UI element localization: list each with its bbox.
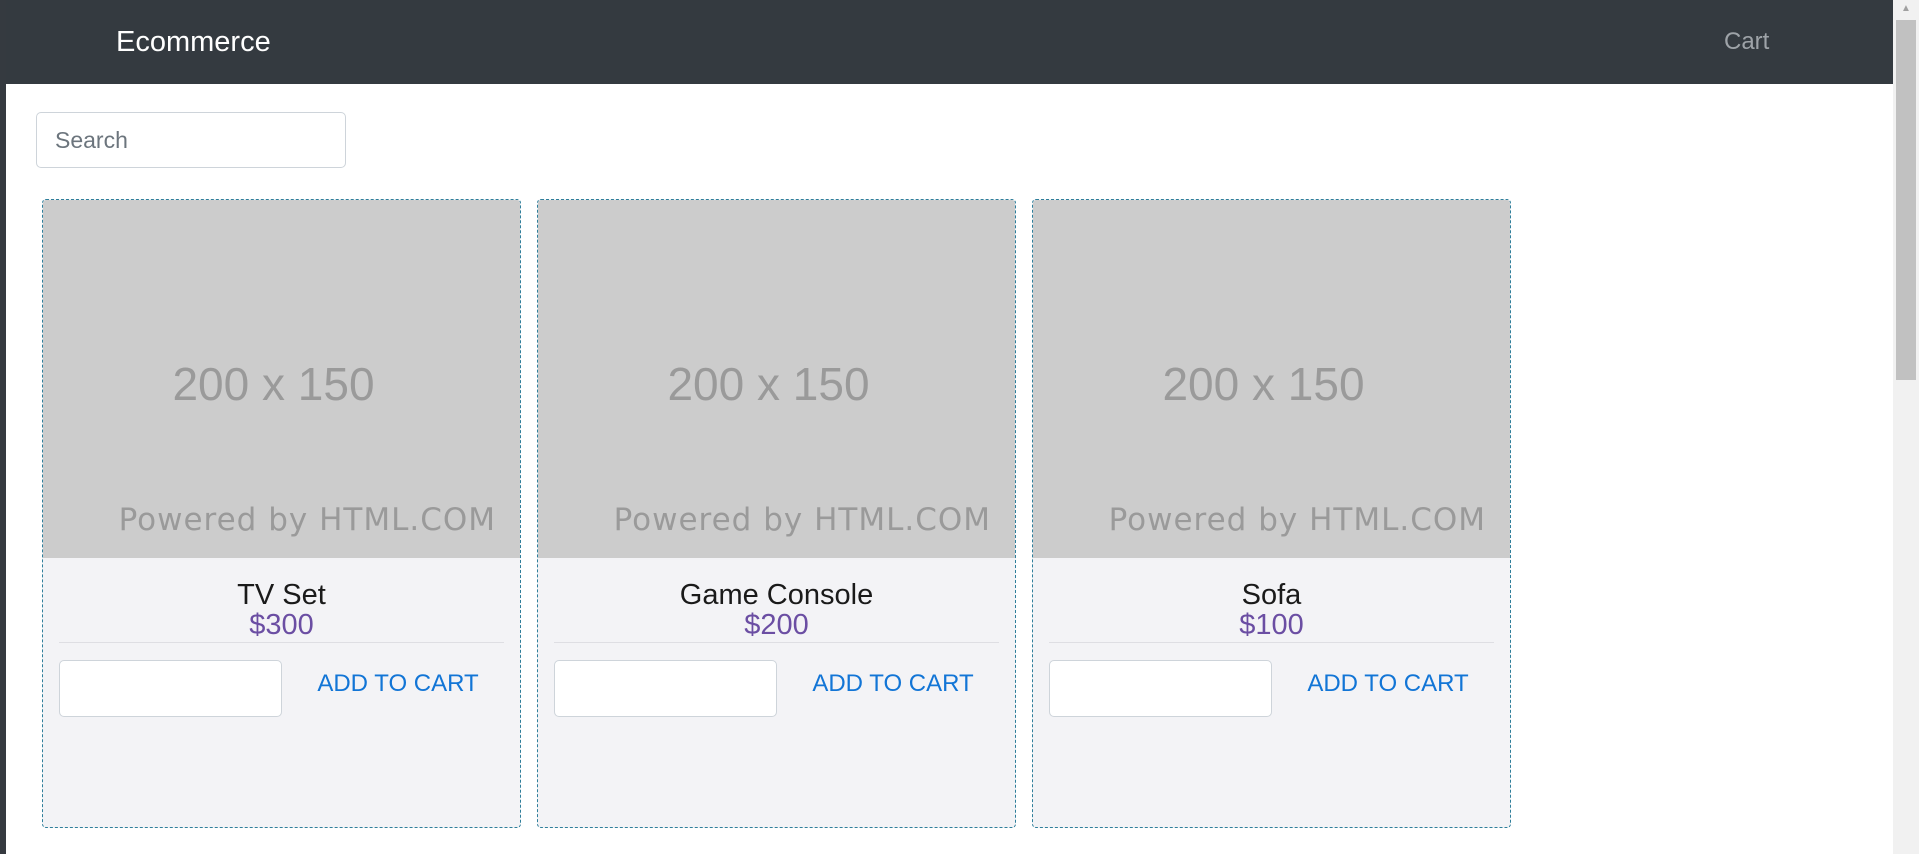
product-price: $100 bbox=[1239, 609, 1304, 641]
vertical-scrollbar[interactable]: ▲ bbox=[1893, 0, 1919, 854]
card-divider bbox=[554, 642, 999, 643]
scrollbar-thumb[interactable] bbox=[1896, 20, 1916, 380]
product-image-placeholder: 200 x 150 Powered by HTML.COM bbox=[1033, 200, 1510, 558]
navbar: Ecommerce Cart bbox=[6, 0, 1893, 84]
image-powered-text: Powered by HTML.COM bbox=[613, 502, 991, 538]
quantity-input[interactable] bbox=[59, 660, 282, 717]
product-name: Game Console bbox=[679, 579, 874, 611]
product-name: TV Set bbox=[237, 579, 326, 611]
image-dimension-text: 200 x 150 bbox=[1162, 358, 1365, 410]
quantity-input[interactable] bbox=[1049, 660, 1272, 717]
nav-cart-link[interactable]: Cart bbox=[1724, 26, 1769, 58]
add-to-cart-button[interactable]: ADD TO CART bbox=[298, 666, 498, 702]
product-price: $300 bbox=[249, 609, 314, 641]
scroll-up-arrow-icon[interactable]: ▲ bbox=[1893, 0, 1919, 18]
card-divider bbox=[59, 642, 504, 643]
add-to-cart-button[interactable]: ADD TO CART bbox=[793, 666, 993, 702]
card-divider bbox=[1049, 642, 1494, 643]
image-dimension-text: 200 x 150 bbox=[667, 358, 870, 410]
product-price: $200 bbox=[744, 609, 809, 641]
add-to-cart-button[interactable]: ADD TO CART bbox=[1288, 666, 1488, 702]
product-card: 200 x 150 Powered by HTML.COM Sofa $100 … bbox=[1032, 199, 1511, 828]
product-card: 200 x 150 Powered by HTML.COM TV Set $30… bbox=[42, 199, 521, 828]
quantity-input[interactable] bbox=[554, 660, 777, 717]
search-input[interactable] bbox=[36, 112, 346, 168]
product-image-placeholder: 200 x 150 Powered by HTML.COM bbox=[43, 200, 520, 558]
product-name: Sofa bbox=[1241, 579, 1302, 611]
image-dimension-text: 200 x 150 bbox=[172, 358, 375, 410]
browser-viewport: Ecommerce Cart 200 x 150 Powered by HTML… bbox=[6, 0, 1893, 854]
product-image-placeholder: 200 x 150 Powered by HTML.COM bbox=[538, 200, 1015, 558]
brand-link[interactable]: Ecommerce bbox=[116, 24, 271, 60]
image-powered-text: Powered by HTML.COM bbox=[118, 502, 496, 538]
product-card: 200 x 150 Powered by HTML.COM Game Conso… bbox=[537, 199, 1016, 828]
image-powered-text: Powered by HTML.COM bbox=[1108, 502, 1486, 538]
